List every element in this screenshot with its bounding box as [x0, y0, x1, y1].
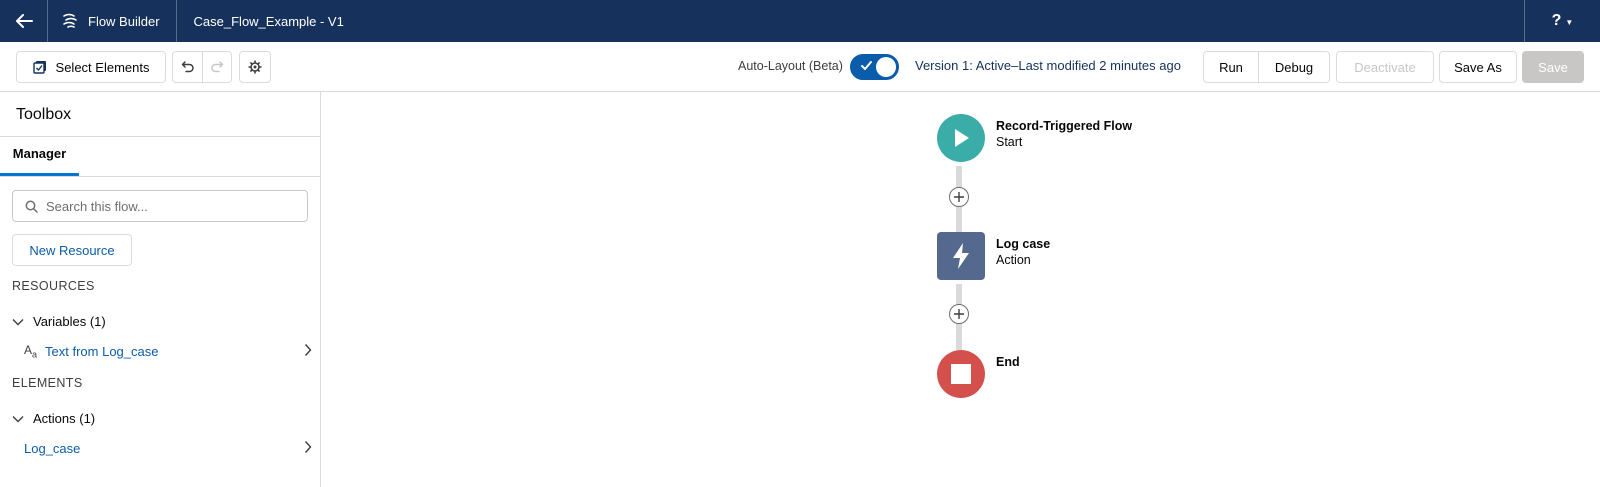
elements-heading: ELEMENTS [12, 376, 83, 390]
action-node-subtitle: Action [996, 253, 1031, 267]
search-icon [25, 200, 38, 213]
end-node-title: End [996, 355, 1020, 369]
gear-icon [248, 60, 262, 74]
chevron-right-icon [304, 343, 312, 357]
save-button[interactable]: Save [1522, 51, 1584, 83]
chevron-down-icon [12, 318, 24, 326]
end-node-label: End [996, 354, 1020, 370]
toolbox-title: Toolbox [16, 106, 72, 123]
start-node-label: Record-Triggered Flow Start [996, 118, 1132, 150]
undo-button[interactable] [173, 52, 202, 82]
undo-icon [181, 60, 195, 74]
redo-icon [210, 60, 224, 74]
save-as-button[interactable]: Save As [1439, 51, 1517, 83]
auto-layout-toggle[interactable] [850, 54, 899, 80]
lightning-icon [950, 242, 972, 270]
top-bar: Flow Builder Case_Flow_Example - V1 ? ▼ [0, 0, 1600, 42]
run-debug-group: Run Debug [1203, 51, 1330, 83]
play-icon [951, 127, 971, 149]
resource-item-label: Text from Log_case [45, 343, 159, 359]
action-node-title: Log case [996, 237, 1051, 251]
start-node[interactable] [937, 114, 985, 162]
redo-button[interactable] [202, 52, 231, 82]
run-button[interactable]: Run [1204, 52, 1258, 82]
actions-group-label: Actions (1) [33, 411, 96, 426]
chevron-right-icon [304, 440, 312, 454]
plus-icon [953, 191, 965, 203]
add-element-button[interactable] [949, 304, 969, 324]
help-menu-button[interactable]: ? ▼ [1524, 0, 1600, 42]
auto-layout-label: Auto-Layout (Beta) [738, 59, 843, 73]
chevron-down-icon: ▼ [1565, 17, 1574, 27]
start-node-subtitle: Start [996, 135, 1023, 149]
end-node[interactable] [937, 350, 985, 398]
stop-icon [951, 364, 971, 384]
flow-icon [62, 13, 78, 29]
select-elements-icon [32, 60, 47, 74]
deactivate-button[interactable]: Deactivate [1336, 51, 1434, 83]
divider [0, 176, 320, 177]
variables-group-toggle[interactable]: Variables (1) [12, 314, 106, 329]
flow-title: Case_Flow_Example - V1 [193, 13, 344, 29]
resources-heading: RESOURCES [12, 279, 95, 293]
back-button[interactable] [0, 0, 48, 42]
tab-manager[interactable]: Manager [0, 146, 79, 176]
new-resource-button[interactable]: New Resource [12, 234, 132, 266]
action-node-log-case[interactable] [937, 232, 985, 280]
app-name-label: Flow Builder [88, 13, 160, 29]
checkmark-icon [860, 59, 873, 72]
text-variable-icon: Aa [24, 342, 38, 360]
start-node-title: Record-Triggered Flow [996, 119, 1133, 133]
undo-redo-group [172, 51, 232, 83]
toolbox-sidebar: Toolbox Manager New Resource RESOURCES V… [0, 92, 321, 487]
help-label: ? [1551, 12, 1562, 29]
toolbar: Select Elements Auto-Layout (Beta) Versi… [0, 42, 1600, 92]
version-status: Version 1: Active–Last modified 2 minute… [915, 58, 1181, 73]
action-node-label: Log case Action [996, 236, 1050, 268]
resource-item-text-from-log-case[interactable]: Aa Text from Log_case [24, 341, 312, 361]
settings-button[interactable] [239, 51, 271, 83]
element-item-label: Log_case [24, 440, 81, 456]
back-arrow-icon [15, 14, 33, 28]
add-element-button[interactable] [949, 187, 969, 207]
flow-canvas[interactable]: Record-Triggered Flow Start Log case Act… [322, 92, 1600, 487]
debug-button[interactable]: Debug [1258, 52, 1329, 82]
actions-group-toggle[interactable]: Actions (1) [12, 411, 95, 426]
app-name: Flow Builder [48, 0, 177, 42]
plus-icon [953, 308, 965, 320]
select-elements-label: Select Elements [55, 59, 150, 75]
variables-group-label: Variables (1) [33, 314, 106, 329]
select-elements-button[interactable]: Select Elements [16, 51, 166, 83]
tab-manager-label: Manager [12, 146, 67, 161]
toggle-knob [876, 57, 896, 77]
divider [0, 136, 320, 137]
search-field[interactable] [12, 190, 308, 222]
search-input[interactable] [46, 198, 296, 214]
chevron-down-icon [12, 415, 24, 423]
element-item-log-case[interactable]: Log_case [24, 438, 312, 458]
